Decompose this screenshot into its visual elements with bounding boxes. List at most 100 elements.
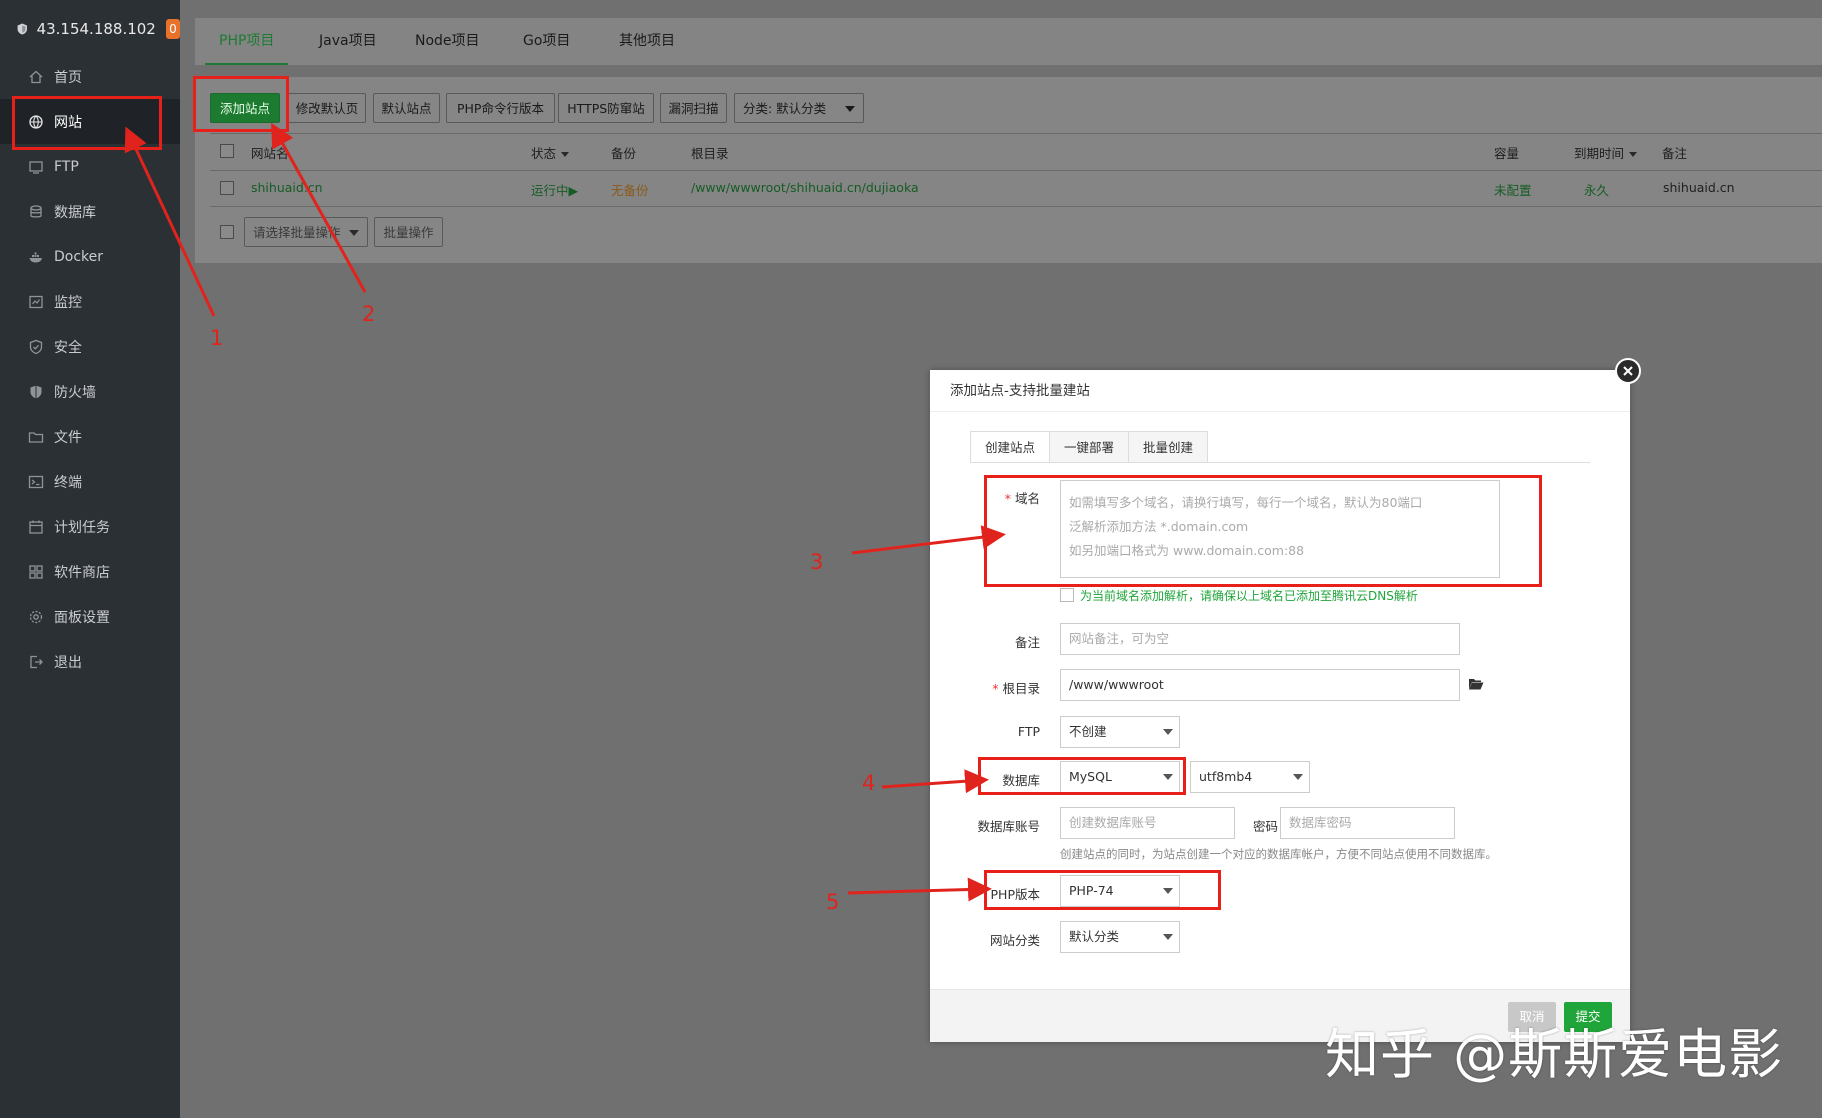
sidebar-item-logout[interactable]: 退出 [0,639,180,684]
ftp-icon [29,160,43,174]
annotation-number-1: 1 [210,326,224,350]
php-cli-version-button[interactable]: PHP命令行版本 [446,93,555,123]
tab-go-projects[interactable]: Go项目 [523,18,570,65]
tab-php-projects[interactable]: PHP项目 [204,18,289,65]
select-all-checkbox[interactable] [220,144,234,158]
database-charset-select[interactable]: utf8mb4 [1190,761,1310,793]
sidebar-item-label: 面板设置 [54,609,110,626]
server-header: 43.154.188.102 0 [0,0,180,58]
folder-open-icon[interactable] [1468,677,1484,691]
db-account-label: 数据库账号 [977,819,1040,834]
db-account-input[interactable]: 创建数据库账号 [1060,807,1235,839]
annotation-box-add-site [193,76,289,132]
dialog-title: 添加站点-支持批量建站 [930,370,1630,412]
column-header-remark: 备注 [1662,146,1688,161]
batch-select-checkbox[interactable] [220,225,234,239]
tab-node-projects[interactable]: Node项目 [415,18,480,65]
column-header-root-dir: 根目录 [691,146,729,161]
db-hint-text: 创建站点的同时，为站点创建一个对应的数据库帐户，方便不同站点使用不同数据库。 [1060,847,1497,861]
batch-operation-select[interactable]: 请选择批量操作 [244,217,368,247]
notification-badge[interactable]: 0 [165,19,180,39]
table-header-divider [210,170,1822,171]
sidebar-item-label: 数据库 [54,204,96,221]
tab-one-click-deploy[interactable]: 一键部署 [1049,431,1129,463]
remark-input[interactable]: 网站备注，可为空 [1060,623,1460,655]
expire-link[interactable]: 永久 [1584,180,1609,199]
remark-label: 备注 [1014,635,1040,650]
sidebar-item-label: FTP [54,158,79,175]
sidebar-item-home[interactable]: 首页 [0,54,180,99]
https-protection-button[interactable]: HTTPS防窜站 [558,93,654,123]
column-header-site-name[interactable]: 网站名 [251,143,289,162]
chevron-down-icon [1293,774,1303,780]
chevron-down-icon [1163,729,1173,735]
sidebar-item-app-store[interactable]: 软件商店 [0,549,180,594]
docker-icon [29,252,42,262]
batch-operation-button[interactable]: 批量操作 [374,217,443,247]
sidebar-item-database[interactable]: 数据库 [0,189,180,234]
add-site-dialog: 添加站点-支持批量建站 创建站点 一键部署 批量创建 * 域名 如需填写多个域名，… [930,370,1630,1042]
status-running[interactable]: 运行中▶ [531,180,578,199]
close-icon [1623,366,1633,376]
panel-logo-icon [17,23,27,35]
dns-checkbox[interactable] [1060,588,1074,602]
sidebar-item-label: 监控 [54,294,82,311]
sidebar: 43.154.188.102 0 首页 网站 FTP 数据库 Docker 监控… [0,0,180,1118]
tab-batch-create[interactable]: 批量创建 [1128,431,1208,463]
tab-create-site[interactable]: 创建站点 [970,431,1050,463]
sidebar-item-ftp[interactable]: FTP [0,144,180,189]
sidebar-item-firewall[interactable]: 防火墙 [0,369,180,414]
tab-other-projects[interactable]: 其他项目 [619,18,675,65]
db-password-input[interactable]: 数据库密码 [1280,807,1455,839]
chevron-down-icon [349,230,359,236]
sidebar-item-label: 防火墙 [54,384,96,401]
root-dir-link[interactable]: /www/wwwroot/shihuaid.cn/dujiaoka [691,180,919,195]
ftp-select[interactable]: 不创建 [1060,716,1180,748]
sidebar-item-label: 文件 [54,429,82,446]
column-header-status[interactable]: 状态 [531,143,570,162]
category-select-value: 分类: 默认分类 [743,101,827,116]
site-name-link[interactable]: shihuaid.cn [251,180,323,195]
dns-checkbox-label[interactable]: 为当前域名添加解析，请确保以上域名已添加至腾讯云DNS解析 [1080,587,1418,604]
vuln-scan-button[interactable]: 漏洞扫描 [660,93,727,123]
chevron-down-icon [1163,934,1173,940]
sort-down-icon [1629,152,1638,157]
row-checkbox[interactable] [220,181,234,195]
database-charset-value: utf8mb4 [1199,769,1253,784]
site-category-label: 网站分类 [989,933,1040,948]
column-header-expire[interactable]: 到期时间 [1574,143,1638,162]
sort-down-icon [561,152,570,157]
server-ip: 43.154.188.102 [36,20,156,38]
apps-icon [29,564,43,579]
sidebar-item-files[interactable]: 文件 [0,414,180,459]
sidebar-item-terminal[interactable]: 终端 [0,459,180,504]
sidebar-item-docker[interactable]: Docker [0,234,180,279]
calendar-icon [29,520,43,534]
column-header-backup: 备份 [611,146,637,161]
category-select[interactable]: 分类: 默认分类 [734,93,864,123]
sidebar-item-label: Docker [54,248,104,265]
capacity-link[interactable]: 未配置 [1494,180,1532,199]
default-site-button[interactable]: 默认站点 [373,93,440,123]
sidebar-item-label: 软件商店 [54,564,110,581]
site-category-select[interactable]: 默认分类 [1060,921,1180,953]
table-row-divider [210,206,1822,207]
sidebar-item-monitor[interactable]: 监控 [0,279,180,324]
edit-default-page-button[interactable]: 修改默认页 [288,93,366,123]
close-dialog-button[interactable] [1615,358,1641,384]
sidebar-item-security[interactable]: 安全 [0,324,180,369]
root-dir-input[interactable]: /www/wwwroot [1060,669,1460,701]
ftp-select-value: 不创建 [1069,724,1107,739]
sidebar-item-cron[interactable]: 计划任务 [0,504,180,549]
site-category-value: 默认分类 [1069,929,1120,944]
sidebar-item-label: 首页 [54,69,82,86]
column-header-capacity: 容量 [1494,146,1520,161]
annotation-number-4: 4 [862,771,876,795]
home-icon [29,70,43,83]
backup-none-link[interactable]: 无备份 [611,180,649,199]
logout-icon [30,655,43,668]
sidebar-item-panel-settings[interactable]: 面板设置 [0,594,180,639]
tab-java-projects[interactable]: Java项目 [319,18,377,65]
batch-operation-placeholder: 请选择批量操作 [253,225,341,240]
remark-text[interactable]: shihuaid.cn [1663,180,1735,195]
